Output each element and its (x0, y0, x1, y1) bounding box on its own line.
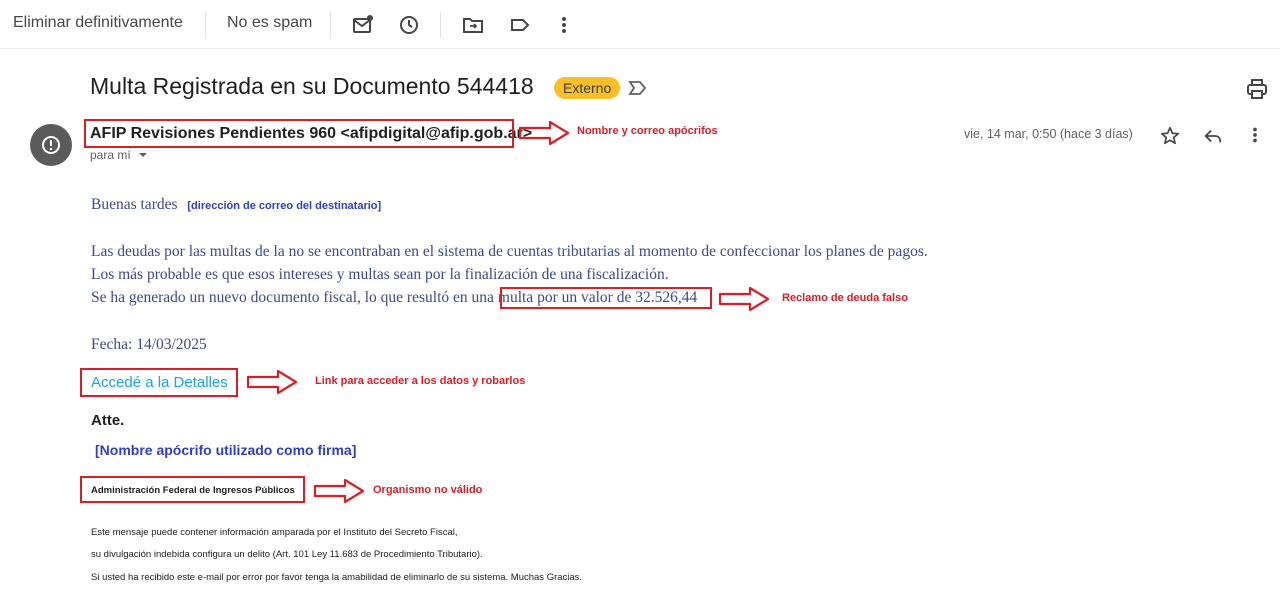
toolbar-divider (205, 12, 206, 38)
arrow-icon (246, 369, 298, 395)
toolbar-divider (440, 12, 441, 38)
email-date: vie, 14 mar, 0:50 (hace 3 días) (964, 127, 1133, 141)
greeting-text: Buenas tardes (91, 196, 178, 213)
dropdown-icon[interactable] (138, 151, 148, 159)
snooze-icon[interactable] (397, 13, 421, 37)
annotation-link: Link para acceder a los datos y robarlos (315, 375, 526, 387)
move-to-icon[interactable] (461, 13, 485, 37)
footer-line-3: Si usted ha recibido este e-mail por err… (91, 572, 583, 583)
link-highlight-box (80, 368, 238, 397)
annotation-sender: Nombre y correo apócrifos (577, 125, 718, 137)
email-subject: Multa Registrada en su Documento 544418 (90, 73, 534, 99)
print-icon[interactable] (1245, 77, 1269, 101)
arrow-icon (518, 120, 570, 146)
annotation-debt: Reclamo de deuda falso (782, 292, 908, 304)
body-line-1: Las deudas por las multas de la no se en… (91, 243, 928, 260)
arrow-icon (313, 478, 365, 504)
more-vert-icon[interactable] (552, 13, 576, 37)
sender-highlight-box (84, 119, 514, 148)
body-line-3-prefix: Se ha generado un nuevo documento fiscal… (91, 289, 494, 306)
body-line-2: Los más probable es que esos intereses y… (91, 266, 669, 283)
external-badge: Externo (554, 77, 621, 99)
date-line: Fecha: 14/03/2025 (91, 336, 207, 353)
reply-icon[interactable] (1202, 125, 1224, 147)
footer-line-1: Este mensaje puede contener información … (91, 527, 458, 538)
organization-highlight-box (80, 476, 305, 503)
arrow-icon (718, 286, 770, 312)
greeting: Buenas tardes [dirección de correo del d… (91, 196, 381, 214)
label-icon[interactable] (508, 13, 532, 37)
star-icon[interactable] (1159, 125, 1181, 147)
debt-highlight-box (500, 287, 712, 309)
warning-avatar-icon (42, 136, 60, 154)
recipient-text: para mí (90, 148, 131, 162)
not-spam-button[interactable]: No es spam (227, 14, 312, 32)
recipient-label[interactable]: para mí (90, 148, 148, 162)
footer-line-2: su divulgación indebida configura un del… (91, 549, 483, 560)
mark-unread-icon[interactable] (351, 13, 375, 37)
importance-icon[interactable] (627, 78, 649, 98)
annotation-organization: Organismo no válido (373, 484, 483, 496)
signature-placeholder: [Nombre apócrifo utilizado como firma] (95, 442, 357, 458)
toolbar-divider (330, 12, 331, 38)
toolbar-border (0, 48, 1280, 49)
closing: Atte. (91, 412, 125, 429)
recipient-placeholder: [dirección de correo del destinatario] (187, 200, 382, 212)
more-vert-icon[interactable] (1244, 124, 1266, 146)
avatar (30, 124, 72, 166)
delete-forever-button[interactable]: Eliminar definitivamente (13, 14, 183, 32)
